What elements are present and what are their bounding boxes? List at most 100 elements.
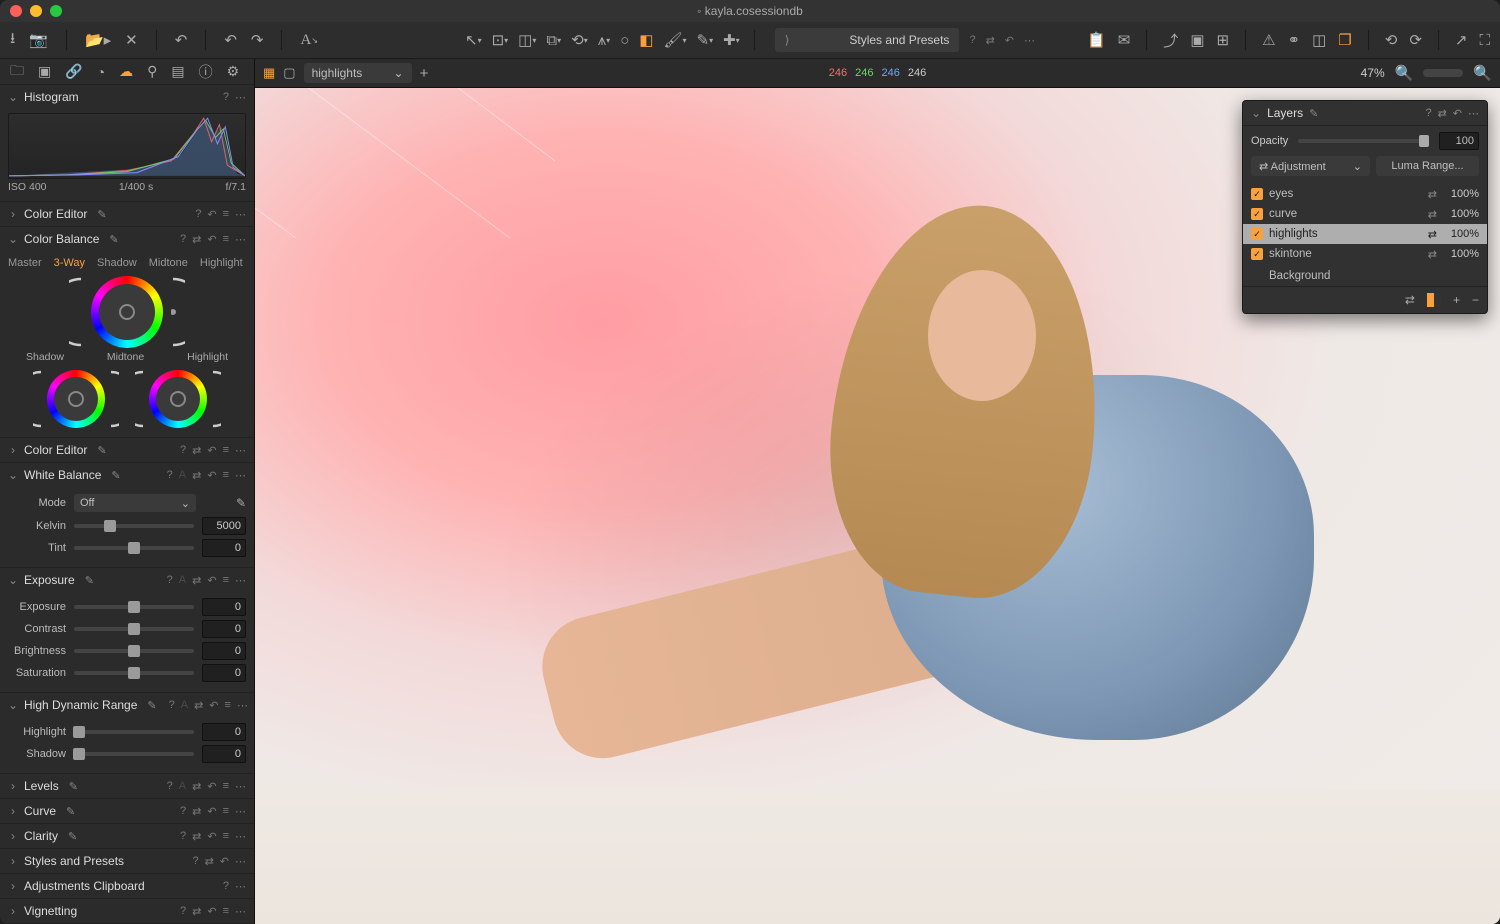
expand-icon[interactable]: ↗ <box>1455 31 1468 49</box>
histogram-graph[interactable] <box>8 113 246 179</box>
cl-more-icon[interactable]: ⋯ <box>235 830 246 843</box>
highlight-color-wheel[interactable] <box>149 370 207 428</box>
redo-icon[interactable]: ↷ <box>251 31 264 49</box>
info-tab-icon[interactable]: ⓘ <box>199 62 213 82</box>
layer-background[interactable]: Background <box>1243 266 1487 286</box>
focus-mask-icon[interactable]: ⚭ <box>1288 31 1301 49</box>
hdr-shadow-value[interactable]: 0 <box>202 745 246 763</box>
hand-tool-icon[interactable]: ⊡▾ <box>492 31 509 49</box>
layers-toggle[interactable]: ⌄ <box>1251 106 1261 120</box>
vg-help-icon[interactable]: ? <box>180 905 186 918</box>
styles-swap-icon[interactable]: ⇄ <box>986 34 995 47</box>
wb-mode-dropdown[interactable]: Off⌄ <box>74 494 196 512</box>
cb-tab-shadow[interactable]: Shadow <box>97 257 137 269</box>
vg-reset-icon[interactable]: ↶ <box>207 905 216 918</box>
import-icon[interactable]: ⭳ <box>10 28 15 53</box>
hdr-more-icon[interactable]: ⋯ <box>237 699 248 712</box>
camera-tab-icon[interactable]: ▣ <box>38 63 51 80</box>
cl-reset-icon[interactable]: ↶ <box>207 830 216 843</box>
cursor-tool-icon[interactable]: ↖▾ <box>465 31 482 49</box>
hdr-highlight-slider[interactable] <box>74 730 194 734</box>
hdr-toggle[interactable]: ⌄ <box>8 698 18 712</box>
sp-help-icon[interactable]: ? <box>192 855 198 868</box>
pencil-icon[interactable]: ✎ <box>97 444 106 457</box>
cb-tab-master[interactable]: Master <box>8 257 42 269</box>
camera-icon[interactable]: 📷 <box>29 31 48 49</box>
keystone-tool-icon[interactable]: ⩚▾ <box>598 32 610 49</box>
pencil-icon[interactable]: ✎ <box>68 830 77 843</box>
styles-more-icon[interactable]: ⋯ <box>1024 34 1035 47</box>
layers-more-icon[interactable]: ⋯ <box>1468 107 1479 120</box>
curve-toggle[interactable]: › <box>8 804 18 818</box>
pencil-icon[interactable]: ✎ <box>66 805 75 818</box>
cb-help-icon[interactable]: ? <box>180 233 186 246</box>
hist-help-icon[interactable]: ? <box>223 91 229 104</box>
pencil-icon[interactable]: ✎ <box>97 208 106 221</box>
exposure-value[interactable]: 0 <box>202 598 246 616</box>
ce1-list-icon[interactable]: ≡ <box>223 208 229 221</box>
highlight-arc-right[interactable] <box>211 369 221 429</box>
layers-reset-icon[interactable]: ↶ <box>1453 107 1462 120</box>
ce2-swap-icon[interactable]: ⇄ <box>192 444 201 457</box>
gradient-mask-icon[interactable]: ◧ <box>639 31 653 49</box>
undo-icon[interactable]: ↶ <box>224 31 237 49</box>
shadow-arc-right[interactable] <box>109 369 119 429</box>
pencil-icon[interactable]: ✎ <box>147 699 156 712</box>
zoom-slider[interactable] <box>1423 69 1463 77</box>
contrast-slider[interactable] <box>74 627 194 631</box>
kelvin-value[interactable]: 5000 <box>202 517 246 535</box>
layer-sliders-icon[interactable]: ⇄ <box>1428 208 1437 221</box>
layers-swap-icon[interactable]: ⇄ <box>1438 107 1447 120</box>
layer-visible-checkbox[interactable]: ✓ <box>1251 208 1263 220</box>
highlight-arc-left[interactable] <box>135 369 145 429</box>
ce1-toggle[interactable]: › <box>8 207 18 221</box>
tint-value[interactable]: 0 <box>202 539 246 557</box>
cv-help-icon[interactable]: ? <box>180 805 186 818</box>
cv-more-icon[interactable]: ⋯ <box>235 805 246 818</box>
ce1-reset-icon[interactable]: ↶ <box>207 208 216 221</box>
sp-more-icon[interactable]: ⋯ <box>235 855 246 868</box>
ce1-help-icon[interactable]: ? <box>195 208 201 221</box>
grid-view-icon[interactable]: ▦ <box>263 65 275 81</box>
compare-icon[interactable]: ◫ <box>1312 31 1326 49</box>
saturation-value[interactable]: 0 <box>202 664 246 682</box>
ce2-help-icon[interactable]: ? <box>180 444 186 457</box>
rotate-tool-icon[interactable]: ⟲▾ <box>571 31 588 49</box>
shadow-color-wheel[interactable] <box>47 370 105 428</box>
wb-list-icon[interactable]: ≡ <box>223 469 229 482</box>
opacity-slider[interactable] <box>1298 139 1429 143</box>
vg-more-icon[interactable]: ⋯ <box>235 905 246 918</box>
cl-help-icon[interactable]: ? <box>180 830 186 843</box>
cb-tab-3way[interactable]: 3-Way <box>54 257 85 269</box>
fullscreen-icon[interactable]: ⛶ <box>1479 32 1490 49</box>
rotate-ccw-icon[interactable]: ⟲ <box>1385 31 1398 49</box>
crop-tool-icon[interactable]: ⧉▾ <box>546 32 561 49</box>
opacity-value[interactable]: 100 <box>1439 132 1479 150</box>
link-tab-icon[interactable]: 🔗 <box>65 63 82 80</box>
mail-icon[interactable]: ✉ <box>1118 31 1131 49</box>
adjust-tab-icon[interactable]: ☁ <box>119 63 133 80</box>
cl-list-icon[interactable]: ≡ <box>223 830 229 843</box>
master-arc-right[interactable] <box>171 275 185 349</box>
styles-presets-dropdown[interactable]: ⟩ Styles and Presets <box>775 28 960 52</box>
layer-visible-checkbox[interactable]: ✓ <box>1251 228 1263 240</box>
pencil-icon[interactable]: ✎ <box>69 780 78 793</box>
undo-history-icon[interactable]: ↶ <box>175 31 188 49</box>
loupe-icon[interactable]: 🔍 <box>1395 64 1414 82</box>
rotate-cw-icon[interactable]: ⟳ <box>1409 31 1422 49</box>
layer-adjust-icon[interactable]: ⇄ <box>1405 293 1415 307</box>
adjclip-toggle[interactable]: › <box>8 879 18 893</box>
ce2-toggle[interactable]: › <box>8 443 18 457</box>
lv-help-icon[interactable]: ? <box>167 780 173 793</box>
hdr-swap-icon[interactable]: ⇄ <box>194 699 203 712</box>
layer-visible-checkbox[interactable]: ✓ <box>1251 188 1263 200</box>
layer-add-icon[interactable]: + <box>1453 293 1460 307</box>
hdr-highlight-value[interactable]: 0 <box>202 723 246 741</box>
hist-more-icon[interactable]: ⋯ <box>235 91 246 104</box>
layer-sliders-icon[interactable]: ⇄ <box>1428 228 1437 241</box>
layers-help-icon[interactable]: ? <box>1425 107 1431 119</box>
cb-swap-icon[interactable]: ⇄ <box>192 233 201 246</box>
wb-toggle[interactable]: ⌄ <box>8 468 18 482</box>
histogram-toggle[interactable]: ⌄ <box>8 90 18 104</box>
library-tab-icon[interactable]: 🗀 <box>10 60 24 84</box>
